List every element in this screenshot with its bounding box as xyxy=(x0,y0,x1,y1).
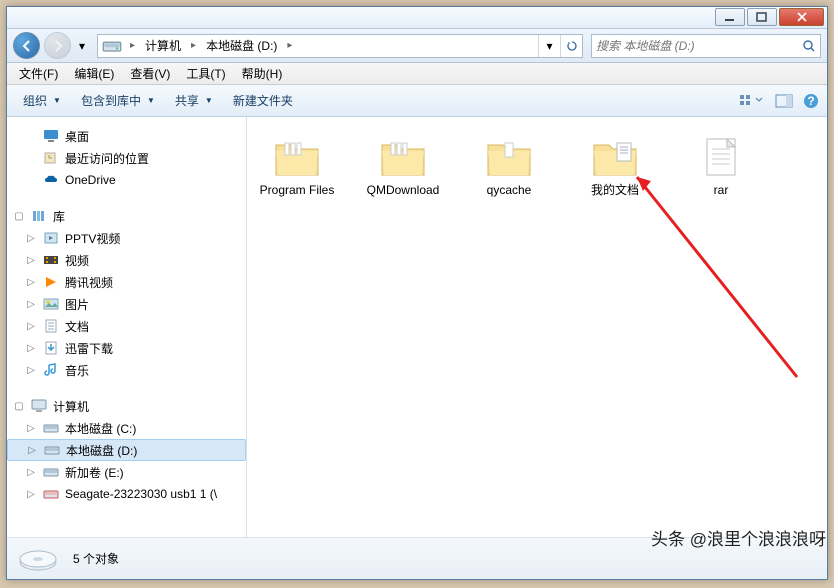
root-arrow[interactable]: ▸ xyxy=(126,40,139,51)
search-box[interactable] xyxy=(591,34,821,58)
status-count: 5 个对象 xyxy=(73,550,119,567)
sidebar-drive-d[interactable]: ▷本地磁盘 (D:) xyxy=(7,439,246,461)
drive-icon xyxy=(17,544,59,574)
file-pane[interactable]: Program Files QMDownload qycache 我的文档 ra… xyxy=(247,117,827,537)
sidebar-lib-video[interactable]: ▷视频 xyxy=(7,249,246,271)
drive-icon xyxy=(43,464,59,480)
text-file-icon xyxy=(697,137,745,179)
explorer-window: ▾ ▸ 计算机 ▸ 本地磁盘 (D:) ▸ ▾ 文件(F) 编辑(E) 查看(V… xyxy=(6,6,828,580)
back-button[interactable] xyxy=(13,32,40,59)
video-icon xyxy=(43,230,59,246)
recent-icon xyxy=(43,150,59,166)
menubar: 文件(F) 编辑(E) 查看(V) 工具(T) 帮助(H) xyxy=(7,63,827,85)
menu-tools[interactable]: 工具(T) xyxy=(178,63,233,84)
file-item[interactable]: qycache xyxy=(471,137,547,197)
video-icon xyxy=(43,252,59,268)
address-dropdown[interactable]: ▾ xyxy=(538,35,560,57)
minimize-button[interactable] xyxy=(715,8,745,26)
watermark: 头条 @浪里个浪浪浪呀 xyxy=(651,525,826,550)
titlebar xyxy=(7,7,827,29)
document-icon xyxy=(43,318,59,334)
sidebar-lib-music[interactable]: ▷音乐 xyxy=(7,359,246,381)
sidebar-drive-e[interactable]: ▷新加卷 (E:) xyxy=(7,461,246,483)
download-icon xyxy=(43,340,59,356)
help-button[interactable]: ? xyxy=(803,93,819,109)
sidebar-desktop[interactable]: 桌面 xyxy=(7,125,246,147)
toolbar: 组织▼ 包含到库中▼ 共享▼ 新建文件夹 ? xyxy=(7,85,827,117)
sidebar-drive-seagate[interactable]: ▷Seagate-23223030 usb1 1 (\ xyxy=(7,483,246,505)
svg-text:?: ? xyxy=(807,94,814,108)
library-icon xyxy=(31,208,47,224)
crumb-drive[interactable]: 本地磁盘 (D:) xyxy=(200,35,283,57)
sidebar-lib-docs[interactable]: ▷文档 xyxy=(7,315,246,337)
search-icon[interactable] xyxy=(802,39,816,53)
close-button[interactable] xyxy=(779,8,824,26)
history-dropdown[interactable]: ▾ xyxy=(75,36,89,56)
sidebar-lib-tencent[interactable]: ▷腾讯视频 xyxy=(7,271,246,293)
onedrive-icon xyxy=(43,172,59,188)
crumb-arrow[interactable]: ▸ xyxy=(187,40,200,51)
tool-share[interactable]: 共享▼ xyxy=(167,89,221,112)
tool-organize[interactable]: 组织▼ xyxy=(15,89,69,112)
sidebar-drive-c[interactable]: ▷本地磁盘 (C:) xyxy=(7,417,246,439)
sidebar-lib-pptv[interactable]: ▷PPTV视频 xyxy=(7,227,246,249)
menu-help[interactable]: 帮助(H) xyxy=(234,63,291,84)
maximize-button[interactable] xyxy=(747,8,777,26)
file-item[interactable]: 我的文档 xyxy=(577,137,653,197)
file-item[interactable]: rar xyxy=(683,137,759,197)
nav-bar: ▾ ▸ 计算机 ▸ 本地磁盘 (D:) ▸ ▾ xyxy=(7,29,827,63)
forward-button[interactable] xyxy=(44,32,71,59)
sidebar-lib-pictures[interactable]: ▷图片 xyxy=(7,293,246,315)
desktop-icon xyxy=(43,128,59,144)
address-bar[interactable]: ▸ 计算机 ▸ 本地磁盘 (D:) ▸ ▾ xyxy=(97,34,583,58)
preview-pane-button[interactable] xyxy=(775,93,793,109)
tool-include[interactable]: 包含到库中▼ xyxy=(73,89,163,112)
folder-icon xyxy=(273,137,321,179)
video-icon xyxy=(43,274,59,290)
menu-view[interactable]: 查看(V) xyxy=(122,63,178,84)
refresh-button[interactable] xyxy=(560,35,582,57)
crumb-computer[interactable]: 计算机 xyxy=(139,35,187,57)
drive-icon xyxy=(43,420,59,436)
sidebar-computer[interactable]: ▢计算机 xyxy=(7,395,246,417)
sidebar-recent[interactable]: 最近访问的位置 xyxy=(7,147,246,169)
sidebar-lib-xunlei[interactable]: ▷迅雷下载 xyxy=(7,337,246,359)
tool-newfolder[interactable]: 新建文件夹 xyxy=(225,89,301,112)
view-options-button[interactable] xyxy=(739,93,765,109)
annotation-arrow xyxy=(627,167,807,387)
file-item[interactable]: Program Files xyxy=(259,137,335,197)
network-drive-icon xyxy=(43,486,59,502)
computer-icon xyxy=(31,398,47,414)
menu-edit[interactable]: 编辑(E) xyxy=(66,63,122,84)
folder-icon xyxy=(485,137,533,179)
drive-icon xyxy=(102,36,122,56)
folder-doc-icon xyxy=(591,137,639,179)
menu-file[interactable]: 文件(F) xyxy=(11,63,66,84)
search-input[interactable] xyxy=(596,39,802,53)
folder-icon xyxy=(379,137,427,179)
sidebar-tree: 桌面 最近访问的位置 OneDrive ▢库 ▷PPTV视频 ▷视频 ▷腾讯视频… xyxy=(7,117,247,537)
file-item[interactable]: QMDownload xyxy=(365,137,441,197)
sidebar-libraries[interactable]: ▢库 xyxy=(7,205,246,227)
music-icon xyxy=(43,362,59,378)
crumb-arrow[interactable]: ▸ xyxy=(283,40,296,51)
drive-icon xyxy=(44,442,60,458)
picture-icon xyxy=(43,296,59,312)
sidebar-onedrive[interactable]: OneDrive xyxy=(7,169,246,191)
